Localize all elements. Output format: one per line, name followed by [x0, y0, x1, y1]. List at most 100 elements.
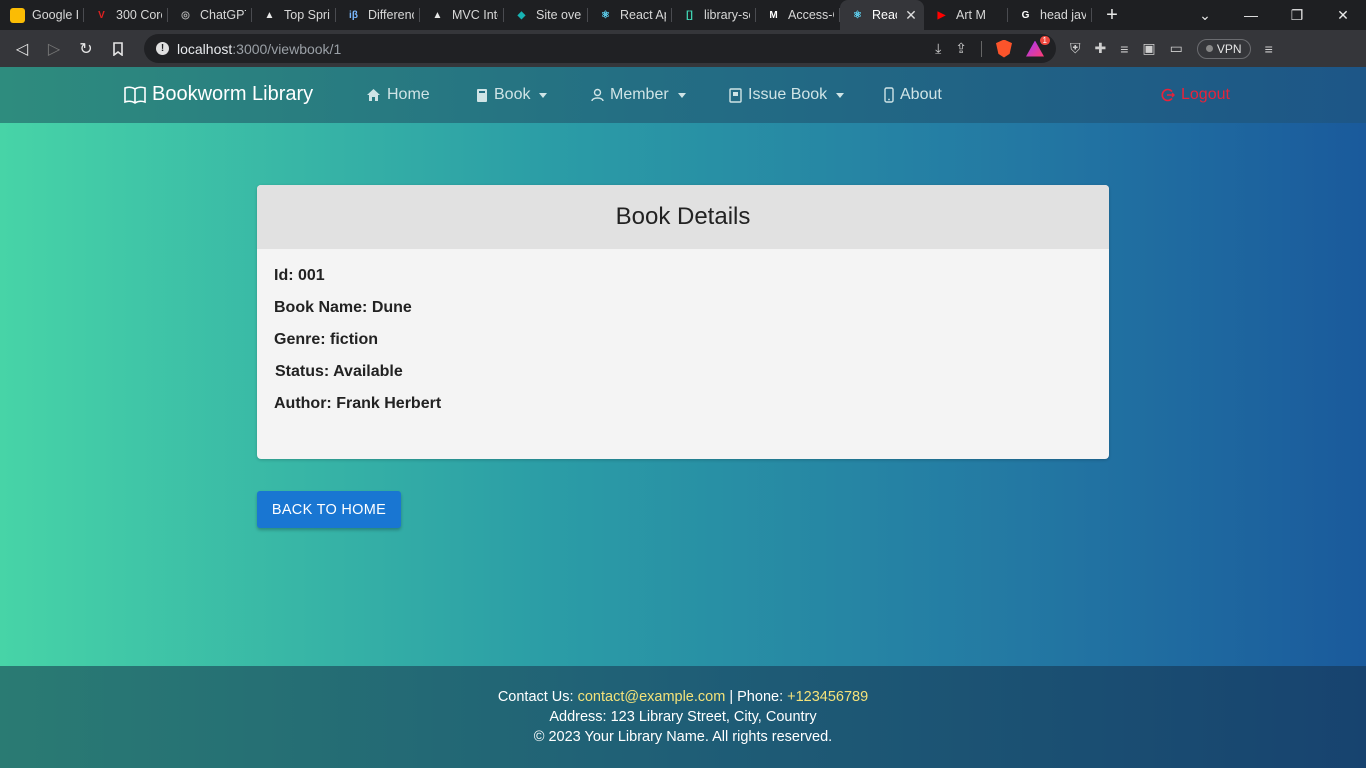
youtube-icon: ▶: [937, 9, 946, 21]
tab-search-icon[interactable]: ⌄: [1182, 7, 1228, 24]
contact-label: Contact Us:: [497, 689, 574, 705]
browser-tab[interactable]: ▲ MVC Inte: [420, 0, 504, 30]
open-book-icon: [124, 86, 146, 104]
detail-key: Status:: [275, 363, 330, 380]
brand-link[interactable]: Bookworm Library: [124, 83, 313, 106]
install-icon[interactable]: ⤓: [935, 40, 941, 57]
menu-icon[interactable]: ≡: [1265, 41, 1273, 57]
address-bar: ◁ ▷ ↻ ! localhost:3000/viewbook/1 ⤓ ⇪ 1 …: [0, 30, 1366, 67]
detail-value: fiction: [330, 331, 379, 348]
nav-member-dropdown[interactable]: Member: [591, 86, 686, 104]
detail-id: Id: 001: [274, 266, 1092, 298]
bracket-icon: []: [686, 9, 693, 21]
detail-key: Author:: [274, 395, 332, 412]
footer-contact: Contact Us: contact@example.com | Phone:…: [0, 687, 1366, 707]
brave-rewards-icon[interactable]: 1: [1026, 35, 1050, 57]
bookmark-icon: [113, 41, 123, 56]
close-tab-icon[interactable]: ✕: [904, 7, 918, 24]
tab-label: Top Sprin: [284, 8, 330, 22]
extensions-icon[interactable]: ✚: [1095, 40, 1107, 57]
browser-tab[interactable]: M Access-C: [756, 0, 840, 30]
tab-label: Google K: [32, 8, 78, 22]
nav-book-dropdown[interactable]: Book: [476, 86, 548, 104]
detail-value: Available: [333, 363, 403, 380]
browser-tab[interactable]: Google K: [0, 0, 84, 30]
navbar: Bookworm Library Home Book Member Issue …: [0, 67, 1366, 123]
logout-button[interactable]: Logout: [1161, 86, 1230, 104]
chatgpt-icon: ◎: [181, 9, 190, 21]
journal-icon: [729, 87, 742, 103]
browser-tab[interactable]: ⚛ React ✕: [840, 0, 924, 30]
wallet-icon[interactable]: ▭: [1170, 40, 1183, 57]
browser-tab[interactable]: ▶ Art M: [924, 0, 1008, 30]
tab-label: 300 Core: [116, 8, 162, 22]
tab-label: Access-C: [788, 8, 834, 22]
nav-home-label: Home: [387, 86, 430, 103]
keep-icon: [10, 7, 25, 23]
browser-tab[interactable]: V 300 Core: [84, 0, 168, 30]
logout-label: Logout: [1181, 86, 1230, 103]
book-details-card: Book Details Id: 001 Book Name: Dune Gen…: [257, 185, 1109, 459]
person-icon: [591, 88, 604, 102]
tab-label: library-se: [704, 8, 750, 22]
bookmark-button[interactable]: [102, 33, 134, 65]
shield-extension-icon[interactable]: ⛨: [1070, 40, 1081, 57]
close-window-button[interactable]: ✕: [1320, 7, 1366, 24]
house-icon: [367, 89, 380, 101]
react-icon: ⚛: [853, 9, 862, 21]
detail-key: Book Name:: [274, 299, 368, 316]
page-content: Bookworm Library Home Book Member Issue …: [0, 67, 1366, 768]
book-icon: [477, 88, 487, 102]
phone-label: Phone:: [737, 689, 784, 705]
browser-tab[interactable]: ⚛ React Ap: [588, 0, 672, 30]
brand-title: Bookworm Library: [152, 83, 314, 105]
ib-icon: iβ: [349, 9, 358, 21]
detail-key: Id:: [274, 267, 294, 284]
browser-tab[interactable]: ▲ Top Sprin: [252, 0, 336, 30]
tab-label: React Ap: [620, 8, 666, 22]
nav-about[interactable]: About: [884, 86, 942, 104]
detail-status: Status: Available: [274, 362, 1092, 394]
logout-icon: [1161, 88, 1175, 102]
detail-value: 001: [298, 267, 325, 284]
google-icon: G: [1021, 9, 1030, 21]
chevron-down-icon: [836, 93, 845, 98]
site-info-icon[interactable]: !: [156, 42, 169, 55]
browser-tab[interactable]: ◎ ChatGPT: [168, 0, 252, 30]
share-icon[interactable]: ⇪: [955, 40, 967, 57]
rewards-badge: 1: [1039, 35, 1050, 45]
browser-tab[interactable]: Ghead java: [1008, 0, 1092, 30]
back-to-home-button[interactable]: BACK TO HOME: [257, 491, 401, 528]
new-tab-button[interactable]: +: [1092, 4, 1132, 27]
chevron-down-icon: [539, 93, 548, 98]
reload-button[interactable]: ↻: [70, 33, 102, 65]
forward-nav-button[interactable]: ▷: [38, 33, 70, 65]
detail-key: Genre:: [274, 331, 326, 348]
vpn-status-icon: [1205, 45, 1213, 52]
contact-phone-link[interactable]: +123456789: [787, 689, 868, 705]
brave-shields-icon[interactable]: [996, 39, 1012, 58]
nav-about-label: About: [900, 86, 942, 103]
contact-email-link[interactable]: contact@example.com: [578, 689, 726, 705]
vpn-button[interactable]: VPN: [1196, 38, 1251, 59]
diamond-icon: ◆: [517, 9, 526, 21]
maximize-button[interactable]: ❐: [1274, 7, 1320, 24]
detail-value: Dune: [371, 299, 412, 316]
playlist-icon[interactable]: ≡: [1120, 41, 1128, 57]
browser-tab[interactable]: ◆ Site over: [504, 0, 588, 30]
url-input[interactable]: ! localhost:3000/viewbook/1 ⤓ ⇪ 1: [144, 34, 1056, 63]
sidebar-icon[interactable]: ▣: [1142, 40, 1155, 57]
back-nav-button[interactable]: ◁: [6, 33, 38, 65]
nav-home[interactable]: Home: [366, 86, 430, 104]
tab-label: ChatGPT: [200, 8, 246, 22]
card-body: Id: 001 Book Name: Dune Genre: fiction S…: [257, 249, 1109, 426]
tab-label: MVC Inte: [452, 8, 498, 22]
react-icon: ⚛: [601, 9, 610, 21]
minimize-button[interactable]: —: [1228, 7, 1274, 23]
browser-tab[interactable]: [] library-se: [672, 0, 756, 30]
footer: Contact Us: contact@example.com | Phone:…: [0, 666, 1366, 768]
tab-list: Google K V 300 Core ◎ ChatGPT ▲ Top Sprin iβ Dif…: [0, 0, 1092, 30]
browser-tab[interactable]: iβ Differenc: [336, 0, 420, 30]
detail-author: Author: Frank Herbert: [274, 394, 1092, 426]
nav-issue-book-dropdown[interactable]: Issue Book: [729, 86, 845, 104]
